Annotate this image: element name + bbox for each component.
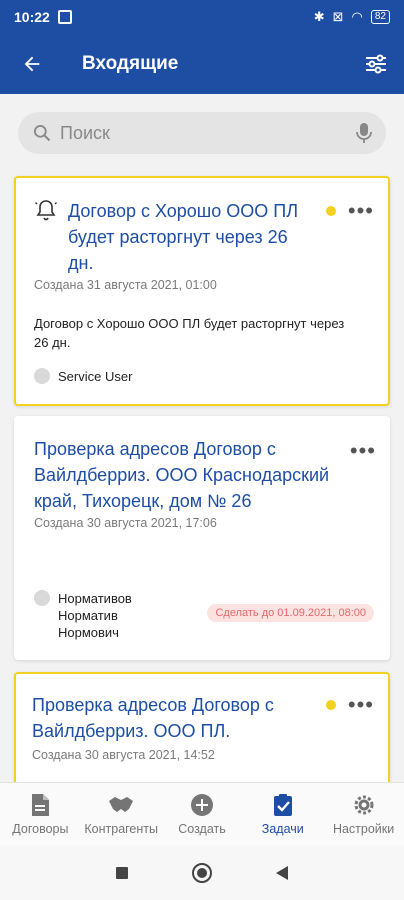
author-name: Service User	[58, 369, 133, 384]
home-icon[interactable]	[191, 862, 213, 884]
deadline-badge: Сделать до 01.09.2021, 08:00	[207, 604, 374, 622]
clipboard-check-icon	[273, 794, 292, 816]
notification-icon	[57, 10, 72, 24]
arrow-left-icon	[24, 56, 40, 72]
nav-label: Контрагенты	[84, 822, 158, 836]
task-author: Service User	[34, 368, 132, 385]
filter-button[interactable]	[348, 52, 404, 76]
task-title: Договор с Хорошо ООО ПЛ будет расторгнут…	[68, 201, 299, 273]
more-options-button[interactable]: •••	[348, 200, 374, 222]
page-title: Входящие	[82, 53, 179, 74]
search-bar[interactable]: Поиск	[18, 112, 386, 154]
task-card[interactable]: Проверка адресов Договор с Вайлдберриз. …	[14, 416, 390, 660]
nav-label: Создать	[178, 822, 226, 836]
wifi-icon: ◠	[351, 9, 363, 24]
search-input[interactable]: Поиск	[60, 123, 356, 144]
task-created-date: Создана 31 августа 2021, 01:00	[34, 278, 217, 292]
sim-icon: ⊠	[332, 9, 344, 24]
task-card[interactable]: Договор с Хорошо ООО ПЛ будет расторгнут…	[14, 176, 390, 406]
status-time: 10:22	[14, 9, 50, 25]
unread-indicator	[326, 206, 336, 216]
nav-label: Настройки	[332, 822, 395, 836]
more-options-button[interactable]: •••	[350, 440, 376, 462]
author-name-line: Нормович	[58, 625, 119, 640]
search-icon	[34, 125, 51, 142]
nav-item-create[interactable]: Создать	[162, 783, 243, 846]
nav-item-tasks[interactable]: Задачи	[242, 783, 323, 846]
nav-label: Задачи	[261, 822, 304, 836]
system-navigation	[0, 846, 404, 900]
author-name-line: Норматив	[58, 608, 118, 623]
handshake-icon	[109, 797, 134, 812]
nav-item-contracts[interactable]: Договоры	[0, 783, 81, 846]
task-title: Проверка адресов Договор с Вайлдберриз. …	[34, 439, 330, 511]
nav-item-settings[interactable]: Настройки	[323, 783, 404, 846]
avatar	[34, 590, 50, 606]
bluetooth-icon: ✱	[313, 9, 325, 24]
author-name-line: Нормативов	[58, 591, 132, 606]
gear-icon	[354, 795, 374, 815]
status-bar: 10:22 ✱ ⊠ ◠ 82	[0, 0, 404, 34]
back-button[interactable]	[0, 53, 64, 75]
task-created-date: Создана 30 августа 2021, 17:06	[34, 516, 217, 530]
back-triangle-icon[interactable]	[275, 865, 289, 881]
avatar	[34, 368, 50, 384]
bottom-navigation: Договоры Контрагенты Создать Задачи Наст…	[0, 782, 404, 846]
recents-icon[interactable]	[115, 866, 129, 880]
nav-label: Договоры	[12, 822, 69, 836]
add-circle-icon	[190, 794, 213, 816]
microphone-icon[interactable]	[356, 122, 372, 144]
task-description: Договор с Хорошо ООО ПЛ будет расторгнут…	[34, 316, 345, 350]
task-created-date: Создана 30 августа 2021, 14:52	[32, 748, 215, 762]
more-options-button[interactable]: •••	[348, 694, 374, 716]
task-author: Нормативов Норматив Нормович	[34, 590, 132, 641]
unread-indicator	[326, 700, 336, 710]
sliders-icon	[366, 54, 386, 74]
app-bar: Входящие	[0, 34, 404, 94]
bell-icon	[35, 200, 57, 221]
document-icon	[32, 794, 50, 816]
nav-item-counterparties[interactable]: Контрагенты	[81, 783, 162, 846]
battery-icon: 82	[370, 10, 390, 24]
task-title: Проверка адресов Договор с Вайлдберриз. …	[32, 695, 274, 741]
